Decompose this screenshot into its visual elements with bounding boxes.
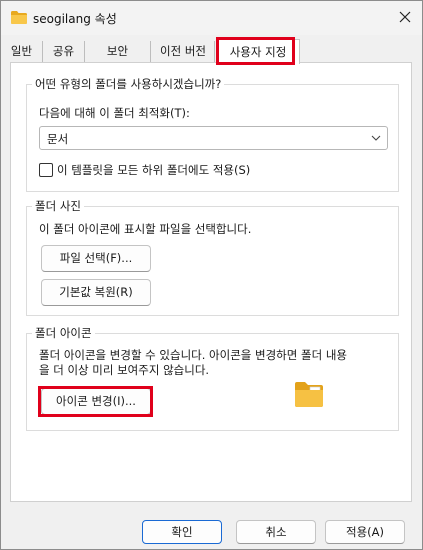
folder-picture-description: 이 폴더 아이콘에 표시할 파일을 선택합니다.	[39, 222, 252, 236]
folder-icon	[11, 11, 27, 24]
apply-template-checkbox[interactable]	[39, 163, 53, 177]
choose-file-button[interactable]: 파일 선택(F)...	[41, 245, 151, 272]
folder-icon-description-line2: 을 더 이상 미리 보여주지 않습니다.	[39, 363, 210, 377]
tab-general[interactable]: 일반	[1, 41, 43, 63]
tab-previous-versions[interactable]: 이전 버전	[152, 41, 215, 63]
apply-template-label[interactable]: 이 템플릿을 모든 하위 폴더에도 적용(S)	[57, 162, 250, 178]
close-button[interactable]	[393, 6, 417, 28]
optimize-select[interactable]: 문서	[39, 126, 388, 150]
optimize-label: 다음에 대해 이 폴더 최적화(T):	[39, 106, 190, 120]
apply-button[interactable]: 적용(A)	[325, 520, 405, 544]
chevron-down-icon	[371, 135, 381, 141]
restore-default-button[interactable]: 기본값 복원(R)	[41, 279, 151, 306]
folder-icon-description-line1: 폴더 아이콘을 변경할 수 있습니다. 아이콘을 변경하면 폴더 내용	[39, 348, 347, 362]
change-icon-button[interactable]: 아이콘 변경(I)...	[41, 388, 151, 415]
customize-panel: 어떤 유형의 폴더를 사용하시겠습니까? 다음에 대해 이 폴더 최적화(T):…	[10, 62, 412, 502]
folder-icon-legend: 폴더 아이콘	[32, 325, 95, 341]
ok-button[interactable]: 확인	[142, 520, 222, 544]
properties-dialog: seogilang 속성 일반 공유 보안 이전 버전 사용자 지정 어떤 유형…	[0, 0, 423, 550]
window-title: seogilang 속성	[33, 12, 117, 26]
tab-security[interactable]: 보안	[85, 41, 151, 63]
cancel-button[interactable]: 취소	[236, 520, 316, 544]
folder-icon	[295, 382, 323, 407]
title-bar[interactable]: seogilang 속성	[1, 1, 422, 35]
optimize-select-value: 문서	[47, 132, 69, 146]
folder-type-legend: 어떤 유형의 폴더를 사용하시겠습니까?	[32, 76, 225, 92]
tab-customize[interactable]: 사용자 지정	[216, 39, 300, 64]
tab-sharing[interactable]: 공유	[43, 41, 85, 63]
folder-picture-legend: 폴더 사진	[32, 198, 84, 214]
close-icon	[399, 11, 411, 23]
